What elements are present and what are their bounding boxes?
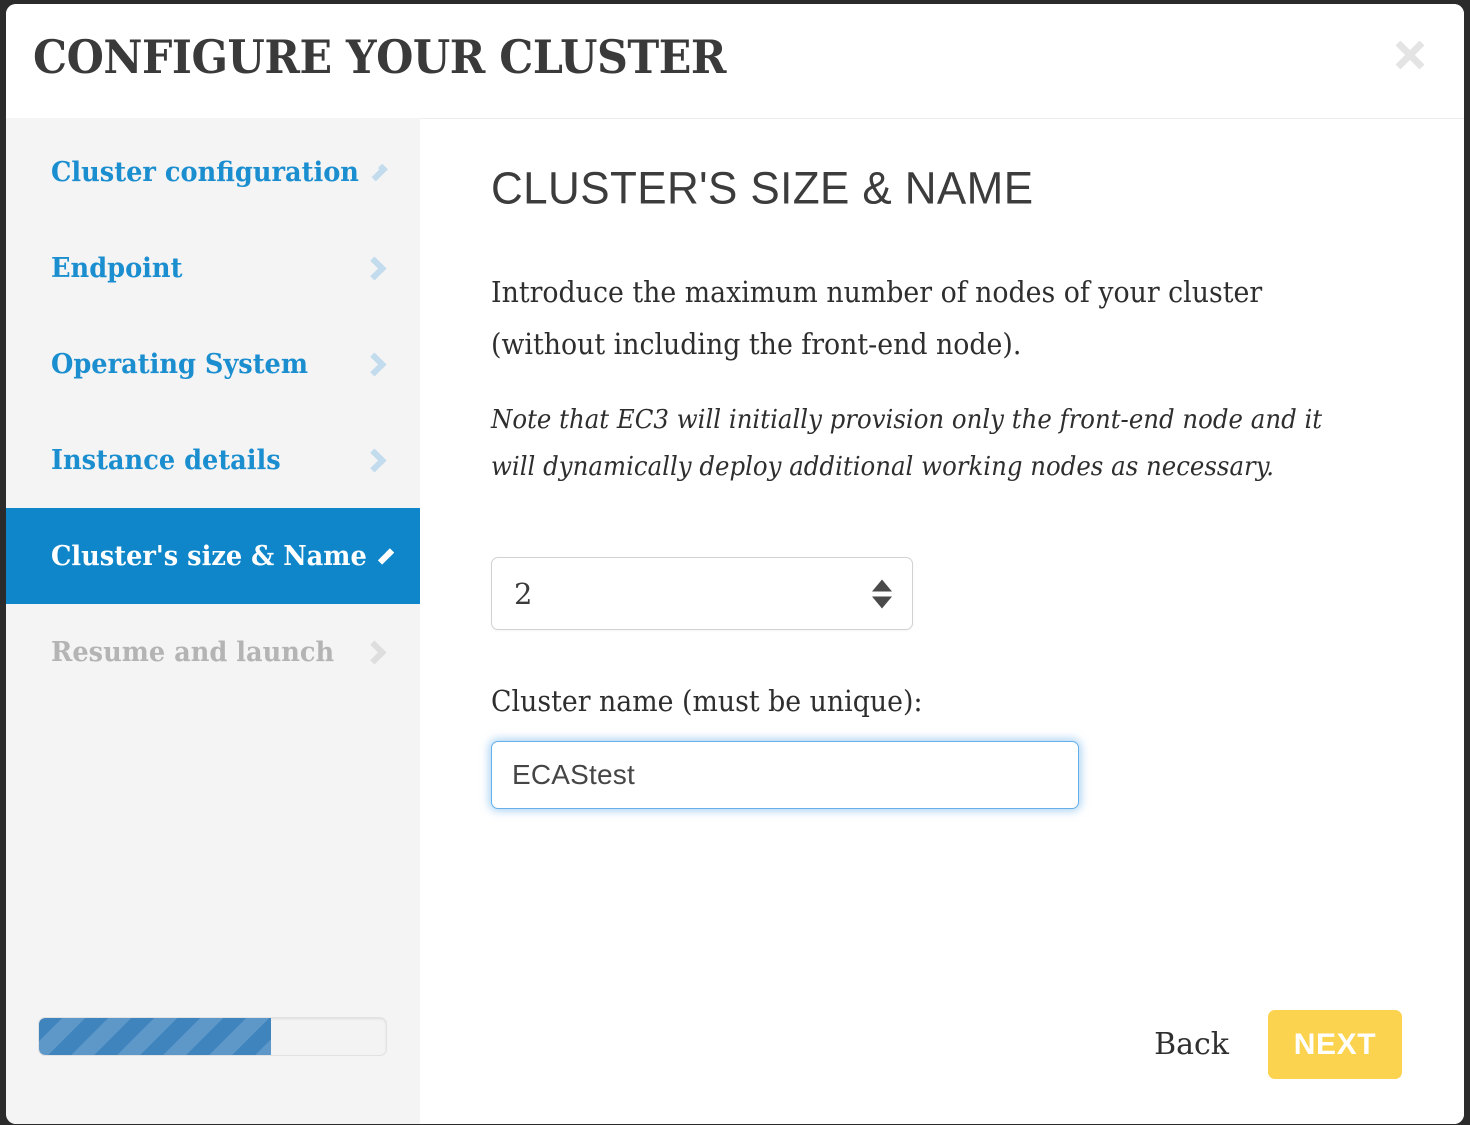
chevron-right-icon xyxy=(378,548,394,564)
modal-body: Cluster configuration Endpoint Operating… xyxy=(6,118,1464,1124)
node-count-stepper[interactable]: 2 xyxy=(491,557,913,630)
back-button[interactable]: Back xyxy=(1154,1027,1229,1062)
configure-cluster-modal: CONFIGURE YOUR CLUSTER Cluster configura… xyxy=(6,4,1464,1124)
chevron-right-icon xyxy=(370,163,388,181)
sidebar-item-operating-system[interactable]: Operating System xyxy=(6,316,420,412)
cluster-name-input[interactable]: ECAStest xyxy=(491,741,1079,809)
sidebar-item-clusters-size-and-name[interactable]: Cluster's size & Name xyxy=(6,508,420,604)
sidebar-item-label: Cluster configuration xyxy=(51,157,359,188)
chevron-right-icon xyxy=(362,256,386,280)
sidebar-item-instance-details[interactable]: Instance details xyxy=(6,412,420,508)
chevron-right-icon xyxy=(362,640,386,664)
next-button[interactable]: NEXT xyxy=(1268,1010,1402,1079)
wizard-step-content: CLUSTER'S SIZE & NAME Introduce the maxi… xyxy=(420,118,1464,1124)
chevron-right-icon xyxy=(362,448,386,472)
stepper-up-icon[interactable] xyxy=(872,579,892,591)
modal-header: CONFIGURE YOUR CLUSTER xyxy=(6,4,1464,118)
wizard-progress-bar xyxy=(38,1017,387,1056)
wizard-progress-fill xyxy=(39,1018,271,1055)
sidebar-item-label: Cluster's size & Name xyxy=(51,541,367,572)
sidebar-item-endpoint[interactable]: Endpoint xyxy=(6,220,420,316)
node-count-value: 2 xyxy=(514,577,532,611)
step-description: Introduce the maximum number of nodes of… xyxy=(491,267,1337,371)
sidebar-item-cluster-configuration[interactable]: Cluster configuration xyxy=(6,124,420,220)
step-heading: CLUSTER'S SIZE & NAME xyxy=(491,163,1404,215)
wizard-footer-actions: Back NEXT xyxy=(1154,1010,1402,1079)
sidebar-item-resume-and-launch: Resume and launch xyxy=(6,604,420,700)
step-note: Note that EC3 will initially provision o… xyxy=(491,397,1349,492)
sidebar-item-label: Operating System xyxy=(51,349,308,380)
cluster-name-label: Cluster name (must be unique): xyxy=(491,685,1349,718)
sidebar-item-label: Endpoint xyxy=(51,253,182,284)
node-count-row: 2 xyxy=(491,557,1404,630)
cluster-name-value: ECAStest xyxy=(512,759,635,791)
sidebar-item-label: Instance details xyxy=(51,445,281,476)
sidebar-item-label: Resume and launch xyxy=(51,637,334,668)
chevron-right-icon xyxy=(362,352,386,376)
stepper-down-icon[interactable] xyxy=(872,596,892,608)
page-title: CONFIGURE YOUR CLUSTER xyxy=(33,30,726,84)
stepper-arrows[interactable] xyxy=(872,579,892,608)
close-icon[interactable] xyxy=(1387,32,1433,78)
wizard-sidebar: Cluster configuration Endpoint Operating… xyxy=(6,118,420,1124)
